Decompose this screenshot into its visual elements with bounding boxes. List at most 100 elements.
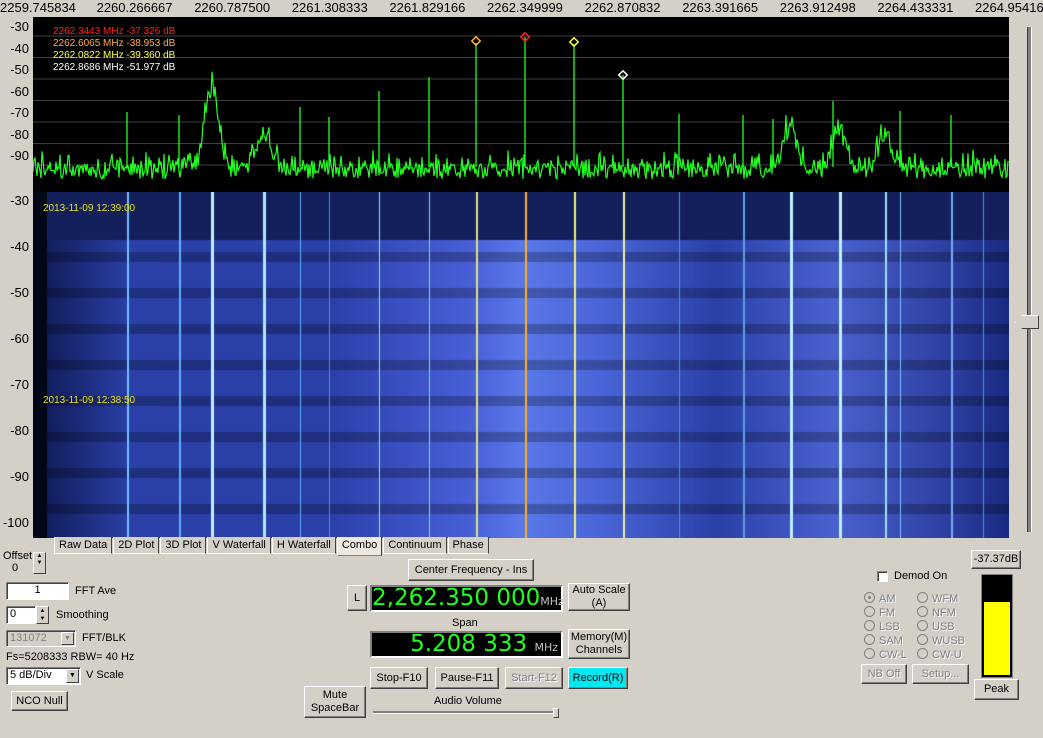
slider-knob[interactable] [553, 708, 559, 718]
radio-dot-icon [917, 648, 928, 659]
vscale-select[interactable]: 5 dB/Div ▼ [6, 667, 81, 685]
span-display[interactable]: 5.208 333 MHz [370, 631, 563, 658]
frequency-tick-label: 2261.308333 [291, 0, 368, 15]
radio-dot-icon [917, 592, 928, 603]
slider-rail [373, 711, 557, 714]
reference-level-slider[interactable] [1015, 17, 1039, 537]
pause-button[interactable]: Pause-F11 [435, 667, 499, 689]
tab-phase[interactable]: Phase [447, 537, 489, 554]
start-button[interactable]: Start-F12 [505, 667, 563, 689]
spectrum-y-tick-label: -80 [10, 126, 29, 142]
radio-wusb[interactable]: WUSB [917, 634, 965, 647]
frequency-tick-label: 2262.870832 [584, 0, 661, 15]
tab-v-waterfall[interactable]: V Waterfall [207, 537, 271, 554]
radio-label: FM [879, 607, 895, 619]
radio-dot-icon [917, 606, 928, 617]
chevron-down-icon: ▼ [61, 632, 74, 645]
span-label: Span [452, 617, 478, 629]
center-frequency-unit: MHz [540, 595, 564, 608]
radio-sam[interactable]: SAM [864, 634, 903, 647]
nco-null-button[interactable]: NCO Null [11, 691, 68, 711]
frequency-tick-label: 2260.266667 [96, 0, 173, 15]
smoothing-input[interactable]: 0 [6, 606, 36, 624]
tab-combo[interactable]: Combo [336, 537, 383, 556]
frequency-tick-label: 2263.912498 [779, 0, 856, 15]
waterfall-y-axis: -30 -40 -50 -60 -70 -80 -90 -100 [0, 192, 33, 538]
slider-track [1027, 27, 1032, 532]
radio-label: USB [932, 621, 955, 633]
radio-cw-u[interactable]: CW-U [917, 648, 962, 661]
waterfall-timestamp-top: 2013-11-09 12:39:00 [43, 203, 136, 214]
vscale-label: V Scale [86, 669, 124, 681]
radio-cw-l[interactable]: CW-L [864, 648, 907, 661]
marker-readout-3: 2262.0822 MHz -39.360 dB [53, 50, 176, 61]
waterfall-y-tick-label: -40 [10, 239, 29, 254]
memory-channels-button[interactable]: Memory(M) Channels [568, 629, 630, 659]
radio-wfm[interactable]: WFM [917, 592, 958, 605]
radio-dot-icon [864, 592, 875, 603]
tab-continuum[interactable]: Continuum [383, 537, 447, 554]
tab-3d-plot[interactable]: 3D Plot [160, 537, 207, 554]
smoothing-label: Smoothing [56, 609, 109, 621]
fft-ave-label: FFT Ave [75, 585, 117, 597]
radio-nfm[interactable]: NFM [917, 606, 956, 619]
waterfall-y-tick-label: -70 [10, 377, 29, 392]
demod-on-checkbox[interactable] [877, 571, 888, 582]
chevron-down-icon: ▼ [66, 669, 79, 683]
radio-dot-icon [864, 620, 875, 631]
demod-on-label: Demod On [894, 570, 948, 582]
radio-label: WUSB [932, 635, 965, 647]
radio-label: LSB [879, 621, 900, 633]
radio-label: AM [879, 593, 896, 605]
radio-fm[interactable]: FM [864, 606, 895, 619]
vscale-value: 5 dB/Div [10, 669, 52, 681]
span-unit: MHz [534, 641, 558, 654]
radio-usb[interactable]: USB [917, 620, 955, 633]
signal-level-meter [981, 574, 1013, 678]
frequency-tick-label: 2263.391665 [682, 0, 759, 15]
fft-ave-input[interactable]: 1 [6, 582, 69, 600]
spectrum-plot[interactable]: 2262.3443 MHz -37.326 dB 2262.6065 MHz -… [33, 17, 1009, 192]
fft-blk-select[interactable]: 131072 ▼ [6, 630, 76, 647]
marker-readout-4: 2262.8686 MHz -51.977 dB [53, 62, 176, 73]
record-button[interactable]: Record(R) [568, 667, 628, 689]
center-frequency-button[interactable]: Center Frequency - Ins [408, 559, 534, 581]
radio-am[interactable]: AM [864, 592, 896, 605]
spectrum-y-axis: -30 -40 -50 -60 -70 -80 -90 [0, 17, 33, 192]
spectrum-y-tick-label: -90 [10, 148, 29, 163]
slider-thumb[interactable] [1015, 315, 1039, 329]
center-frequency-display[interactable]: 2,262.350 000MHz [370, 585, 564, 612]
tab-raw-data[interactable]: Raw Data [54, 537, 113, 554]
frequency-tick-label: 2259.745834 [0, 0, 76, 15]
radio-label: CW-L [879, 649, 907, 661]
audio-volume-slider[interactable] [373, 708, 559, 718]
waterfall-y-tick-label: -80 [10, 423, 29, 438]
spectrum-trace [33, 31, 1009, 181]
waterfall-y-tick-label: -90 [10, 469, 29, 484]
stop-button[interactable]: Stop-F10 [370, 667, 428, 689]
auto-scale-button[interactable]: Auto Scale (A) [568, 583, 630, 611]
setup-button[interactable]: Setup... [912, 664, 969, 684]
smoothing-spinner[interactable]: ▲ ▼ [36, 606, 49, 624]
l-button[interactable]: L [347, 585, 367, 611]
offset-label: Offset [3, 550, 33, 562]
marker-readout-2: 2262.6065 MHz -38.953 dB [53, 38, 176, 49]
spectrum-y-tick-label: -50 [10, 62, 29, 77]
radio-dot-icon [864, 634, 875, 645]
signal-level-fill [984, 602, 1010, 675]
fft-blk-value: 131072 [10, 632, 47, 644]
frequency-axis: 2259.745834 2260.266667 2260.787500 2261.30… [0, 0, 1043, 16]
radio-lsb[interactable]: LSB [864, 620, 900, 633]
mute-button[interactable]: Mute SpaceBar [304, 686, 366, 718]
nb-off-button[interactable]: NB Off [861, 664, 907, 684]
tab-2d-plot[interactable]: 2D Plot [113, 537, 160, 554]
fs-rbw-readout: Fs=5208333 RBW= 40 Hz [6, 651, 135, 663]
fft-blk-label: FFT/BLK [82, 632, 127, 644]
waterfall-canvas [33, 192, 1009, 538]
tab-h-waterfall[interactable]: H Waterfall [271, 537, 336, 554]
frequency-tick-label: 2260.787500 [194, 0, 271, 15]
offset-spinner[interactable]: ▲ ▼ [33, 552, 46, 574]
frequency-tick-label: 2262.349999 [487, 0, 563, 15]
waterfall-display[interactable]: 2013-11-09 12:39:00 2013-11-09 12:38:50 [33, 192, 1009, 538]
peak-button[interactable]: Peak [974, 679, 1019, 700]
